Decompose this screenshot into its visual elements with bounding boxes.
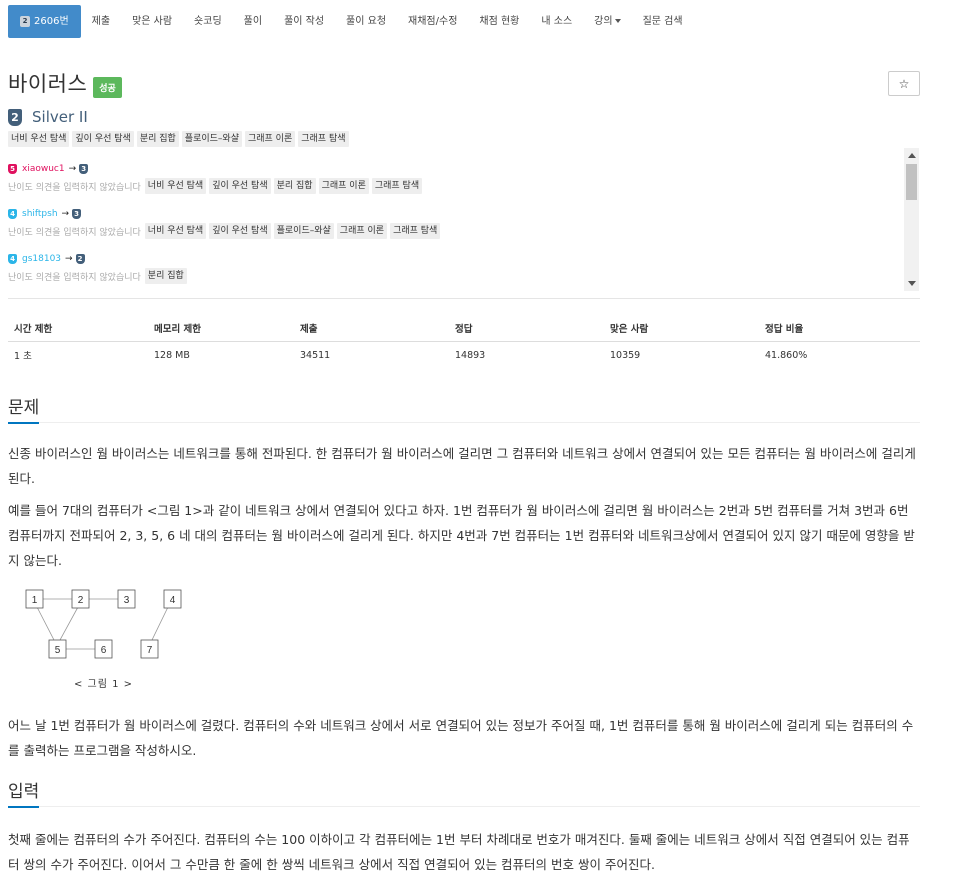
accept-ratio-value: 41.860% — [765, 349, 808, 361]
section-title-input: 입력 — [8, 777, 40, 808]
opinion-user-link[interactable]: xiaowuc1 — [22, 164, 65, 174]
tab-status[interactable]: 채점 현황 — [468, 5, 530, 38]
divider — [8, 298, 920, 299]
star-icon: ☆ — [898, 76, 910, 91]
opinions-scrollbar[interactable] — [904, 148, 919, 291]
input-section-header: 입력 — [8, 777, 920, 808]
scroll-down-arrow-icon[interactable] — [908, 281, 916, 286]
difficulty-opinions-list[interactable]: 5 xiaowuc1 → 3 난이도 의견을 입력하지 않았습니다 너비 우선 … — [8, 148, 920, 291]
silver-tier-icon: 2 — [8, 108, 22, 126]
node-label: 2 — [78, 595, 84, 606]
figure-caption: < 그림 1 > — [74, 679, 134, 690]
arrow-right-icon: → — [61, 209, 70, 219]
page-title: 바이러스 — [8, 72, 88, 96]
tab-solutions[interactable]: 풀이 — [233, 5, 273, 38]
header-memory-limit: 메모리 제한 — [154, 324, 202, 335]
scroll-up-arrow-icon[interactable] — [908, 153, 916, 158]
diamond-tier-icon: 4 — [8, 254, 17, 264]
tag[interactable]: 분리 집합 — [273, 178, 316, 194]
tag[interactable]: 분리 집합 — [144, 268, 187, 284]
tab-request-solution[interactable]: 풀이 요청 — [335, 5, 397, 38]
silver-tier-icon: 3 — [79, 164, 89, 174]
tag[interactable]: 플로이드–와샬 — [273, 223, 334, 239]
problem-description-p1: 신종 바이러스인 웜 바이러스는 네트워크를 통해 전파된다. 한 컴퓨터가 웜… — [8, 446, 916, 486]
tier-name[interactable]: Silver II — [32, 108, 88, 126]
tag[interactable]: 플로이드–와샬 — [181, 131, 242, 147]
section-title-problem: 문제 — [8, 393, 40, 424]
tab-submit[interactable]: 제출 — [81, 5, 121, 38]
silver-tier-icon: 2 — [75, 254, 85, 264]
problem-description-p3: 어느 날 1번 컴퓨터가 웜 바이러스에 걸렸다. 컴퓨터의 수와 네트워크 상… — [8, 718, 914, 758]
submissions-value: 34511 — [300, 349, 331, 361]
tag[interactable]: 그래프 이론 — [336, 223, 388, 239]
memory-limit-value: 128 MB — [154, 349, 190, 361]
algorithm-tags: 너비 우선 탐색 깊이 우선 탐색 분리 집합 플로이드–와샬 그래프 이론 그… — [8, 131, 352, 147]
opinion-note: 난이도 의견을 입력하지 않았습니다 — [8, 182, 141, 193]
header-accept-ratio: 정답 비율 — [765, 324, 804, 335]
tag[interactable]: 너비 우선 탐색 — [144, 223, 207, 239]
node-label: 6 — [101, 645, 107, 656]
solved-users-value: 10359 — [610, 349, 641, 361]
opinion-user-link[interactable]: shiftpsh — [22, 209, 58, 219]
tag[interactable]: 깊이 우선 탐색 — [209, 223, 271, 239]
arrow-right-icon: → — [68, 164, 77, 174]
tier-mini-icon: 2 — [20, 16, 30, 27]
opinion-item: 4 shiftpsh → 3 난이도 의견을 입력하지 않았습니다 너비 우선 … — [8, 207, 443, 239]
tag[interactable]: 그래프 이론 — [244, 131, 296, 147]
favorite-button[interactable]: ☆ — [888, 71, 920, 96]
opinion-item: 4 gs18103 → 2 난이도 의견을 입력하지 않았습니다 분리 집합 — [8, 252, 190, 284]
tag[interactable]: 분리 집합 — [136, 131, 179, 147]
diamond-tier-icon: 4 — [8, 209, 17, 219]
tag[interactable]: 깊이 우선 탐색 — [209, 178, 271, 194]
ruby-tier-icon: 5 — [8, 164, 17, 174]
header-accepted: 정답 — [455, 324, 473, 335]
table-header-row: 시간 제한 메모리 제한 제출 정답 맞은 사람 정답 비율 — [8, 315, 920, 342]
silver-tier-icon: 3 — [72, 209, 82, 219]
header-time-limit: 시간 제한 — [14, 324, 53, 335]
tag[interactable]: 깊이 우선 탐색 — [72, 131, 134, 147]
opinion-note: 난이도 의견을 입력하지 않았습니다 — [8, 227, 141, 238]
node-label: 1 — [32, 595, 38, 606]
node-label: 7 — [147, 645, 153, 656]
scroll-thumb[interactable] — [906, 164, 917, 200]
tab-problem-label: 2606번 — [34, 16, 69, 27]
tag[interactable]: 그래프 탐색 — [298, 131, 349, 147]
tag[interactable]: 너비 우선 탐색 — [8, 131, 70, 147]
tag[interactable]: 그래프 탐색 — [371, 178, 423, 194]
table-row: 1 초 128 MB 34511 14893 10359 41.860% — [8, 342, 920, 368]
tag[interactable]: 그래프 이론 — [318, 178, 369, 194]
opinion-user-link[interactable]: gs18103 — [22, 254, 61, 264]
tab-rejudge[interactable]: 재채점/수정 — [397, 5, 468, 38]
tab-problem[interactable]: 2 2606번 — [8, 5, 81, 38]
node-label: 5 — [55, 645, 61, 656]
problem-title-row: 바이러스 성공 — [8, 68, 122, 98]
node-label: 3 — [124, 595, 130, 606]
status-badge: 성공 — [93, 76, 122, 98]
problem-menu-tabs: 2 2606번 제출 맞은 사람 숏코딩 풀이 풀이 작성 풀이 요청 재채점/… — [8, 5, 694, 38]
header-submissions: 제출 — [300, 324, 318, 335]
problem-section-header: 문제 — [8, 393, 920, 424]
caret-down-icon — [614, 19, 621, 23]
tag[interactable]: 너비 우선 탐색 — [144, 178, 207, 194]
tier-row: 2 Silver II — [8, 108, 88, 126]
tab-lectures-label: 강의 — [594, 16, 613, 27]
arrow-right-icon: → — [65, 254, 73, 264]
tab-write-solution[interactable]: 풀이 작성 — [273, 5, 335, 38]
tab-accepted-users[interactable]: 맞은 사람 — [121, 5, 183, 38]
tab-lectures[interactable]: 강의 — [583, 5, 631, 38]
tab-short-coding[interactable]: 숏코딩 — [183, 5, 233, 38]
time-limit-value: 1 초 — [14, 351, 32, 362]
input-description: 첫째 줄에는 컴퓨터의 수가 주어진다. 컴퓨터의 수는 100 이하이고 각 … — [8, 832, 910, 872]
accepted-value: 14893 — [455, 349, 486, 361]
tab-question-search[interactable]: 질문 검색 — [632, 5, 694, 38]
node-label: 4 — [170, 595, 176, 606]
problem-description-p2: 예를 들어 7대의 컴퓨터가 <그림 1>과 같이 네트워크 상에서 연결되어 … — [8, 503, 915, 568]
tab-my-source[interactable]: 내 소스 — [530, 5, 583, 38]
opinion-note: 난이도 의견을 입력하지 않았습니다 — [8, 272, 141, 283]
opinion-item: 5 xiaowuc1 → 3 난이도 의견을 입력하지 않았습니다 너비 우선 … — [8, 162, 425, 194]
problem-info-table: 시간 제한 메모리 제한 제출 정답 맞은 사람 정답 비율 1 초 128 M… — [8, 315, 920, 368]
header-solved-users: 맞은 사람 — [610, 324, 649, 335]
tag[interactable]: 그래프 탐색 — [390, 223, 441, 239]
